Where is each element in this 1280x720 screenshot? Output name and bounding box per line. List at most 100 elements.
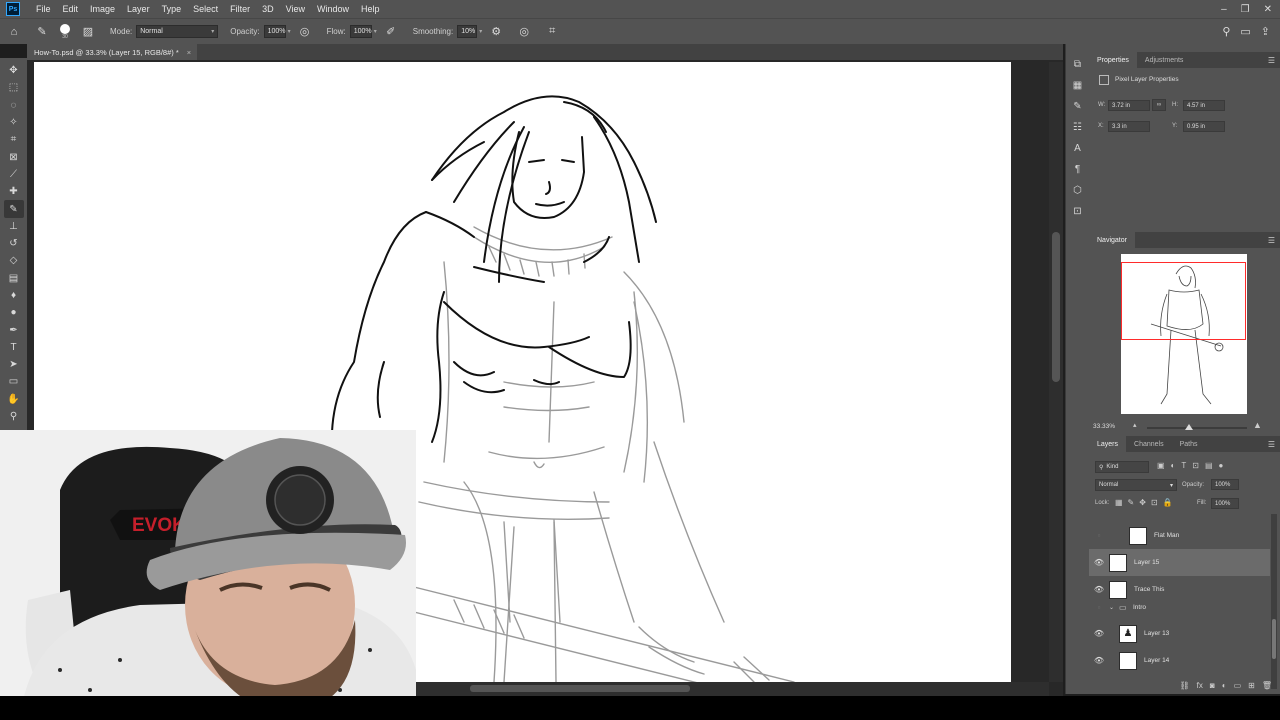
histogram-panel-icon[interactable]: ▦ — [1071, 79, 1085, 91]
link-layers-icon[interactable]: ⛓ — [1180, 681, 1190, 690]
zoom-in-icon[interactable]: ▲ — [1253, 420, 1262, 430]
menu-edit[interactable]: Edit — [57, 4, 85, 14]
clone-stamp-tool-icon[interactable]: ⊥ — [4, 218, 24, 235]
navigator-zoom-slider[interactable] — [1147, 427, 1247, 429]
healing-brush-tool-icon[interactable]: ✚ — [4, 183, 24, 200]
x-field[interactable]: 3.3 in — [1108, 121, 1150, 132]
eyedropper-tool-icon[interactable]: ⟋ — [4, 166, 24, 183]
blend-mode-select[interactable]: Normal ▾ — [1095, 479, 1177, 491]
zoom-tool-icon[interactable]: ⚲ — [4, 408, 24, 425]
gear-icon[interactable]: ⚙ — [488, 24, 504, 40]
y-field[interactable]: 0.95 in — [1183, 121, 1225, 132]
zoom-out-icon[interactable]: ▴ — [1133, 421, 1137, 429]
tab-navigator[interactable]: Navigator — [1089, 232, 1135, 248]
eye-icon[interactable]: 👁 — [1089, 558, 1109, 567]
link-dimensions-icon[interactable]: ∞ — [1152, 99, 1166, 111]
mode-select[interactable]: Normal ▾ — [136, 25, 219, 38]
layer-row-layer-13[interactable]: 👁 ♟ Layer 13 — [1089, 620, 1270, 647]
panel-menu-icon[interactable]: ☰ — [1268, 440, 1275, 449]
chevron-down-icon[interactable]: ▾ — [288, 28, 291, 35]
gradient-tool-icon[interactable]: ▤ — [4, 270, 24, 287]
layer-row-layer-14[interactable]: 👁 Layer 14 — [1089, 647, 1270, 674]
path-selection-tool-icon[interactable]: ➤ — [4, 356, 24, 373]
eye-icon[interactable]: 👁 — [1089, 656, 1109, 665]
new-group-icon[interactable]: ▭ — [1234, 681, 1242, 690]
eraser-tool-icon[interactable]: ◇ — [4, 252, 24, 269]
brush-settings-icon[interactable]: ▨ — [80, 24, 96, 40]
minimize-button[interactable]: – — [1221, 4, 1227, 15]
menu-window[interactable]: Window — [311, 4, 355, 14]
layer-filter-icons[interactable]: ▣◐T⊡▤● — [1157, 461, 1229, 470]
width-field[interactable]: 3.72 in — [1108, 100, 1150, 111]
add-mask-icon[interactable]: ◙ — [1210, 681, 1215, 690]
pressure-size-icon[interactable]: ◎ — [516, 24, 532, 40]
height-field[interactable]: 4.57 in — [1183, 100, 1225, 111]
visibility-toggle-icon[interactable]: ▫ — [1089, 603, 1109, 612]
libraries-panel-icon[interactable]: ⊡ — [1071, 205, 1085, 217]
layers-scrollbar[interactable] — [1271, 514, 1277, 689]
workspace-icon[interactable]: ▭ — [1240, 25, 1250, 38]
layer-filter-select[interactable]: ⚲ Kind — [1095, 461, 1149, 473]
navigator-zoom-slider-knob[interactable] — [1185, 424, 1193, 430]
layer-opacity-field[interactable]: 100% — [1211, 479, 1239, 490]
menu-layer[interactable]: Layer — [121, 4, 156, 14]
smoothing-field[interactable]: 10% — [457, 25, 478, 38]
frame-tool-icon[interactable]: ⊠ — [4, 148, 24, 165]
restore-button[interactable]: ❐ — [1241, 4, 1250, 15]
tab-channels[interactable]: Channels — [1126, 436, 1172, 452]
share-icon[interactable]: ⇪ — [1261, 25, 1270, 38]
move-tool-icon[interactable]: ✥ — [4, 62, 24, 79]
chevron-down-icon[interactable]: ⌄ — [1109, 604, 1119, 611]
blur-tool-icon[interactable]: ♦ — [4, 287, 24, 304]
lock-icons[interactable]: ▦✎✥⊡🔒 — [1115, 498, 1178, 507]
rectangle-tool-icon[interactable]: ▭ — [4, 373, 24, 390]
brushes-panel-icon[interactable]: ✎ — [1071, 100, 1085, 112]
menu-select[interactable]: Select — [187, 4, 224, 14]
menu-filter[interactable]: Filter — [224, 4, 256, 14]
paragraph-panel-icon[interactable]: ¶ — [1071, 163, 1085, 175]
fill-field[interactable]: 100% — [1211, 498, 1239, 509]
document-tab[interactable]: How-To.psd @ 33.3% (Layer 15, RGB/8#) * … — [27, 44, 197, 60]
close-tab-icon[interactable]: × — [187, 48, 191, 57]
3d-panel-icon[interactable]: ⬡ — [1071, 184, 1085, 196]
history-brush-tool-icon[interactable]: ↺ — [4, 235, 24, 252]
history-panel-icon[interactable]: ⧉ — [1071, 58, 1085, 70]
pen-tool-icon[interactable]: ✒ — [4, 321, 24, 338]
navigator-zoom-value[interactable]: 33.33% — [1093, 423, 1115, 430]
symmetry-icon[interactable]: ⌗ — [544, 24, 560, 40]
brush-size-picker[interactable]: 30 — [60, 23, 70, 40]
type-tool-icon[interactable]: T — [4, 339, 24, 356]
menu-file[interactable]: File — [30, 4, 57, 14]
delete-layer-icon[interactable]: 🗑 — [1262, 681, 1272, 690]
menu-image[interactable]: Image — [84, 4, 121, 14]
dodge-tool-icon[interactable]: ● — [4, 304, 24, 321]
lasso-tool-icon[interactable]: ◌ — [4, 97, 24, 114]
panel-menu-icon[interactable]: ☰ — [1268, 56, 1275, 65]
layers-scrollbar-thumb[interactable] — [1272, 619, 1276, 659]
horizontal-scrollbar-thumb[interactable] — [470, 685, 690, 692]
navigator-view-box[interactable] — [1121, 262, 1246, 340]
adjustment-layer-icon[interactable]: ◐ — [1222, 681, 1227, 690]
brush-settings-panel-icon[interactable]: ☷ — [1071, 121, 1085, 133]
layer-row-flat-man[interactable]: ▫ Flat Man — [1089, 522, 1270, 549]
hand-tool-icon[interactable]: ✋ — [4, 391, 24, 408]
brush-tool-preset-icon[interactable]: ✎ — [34, 24, 50, 40]
search-icon[interactable]: ⚲ — [1222, 25, 1230, 38]
tab-adjustments[interactable]: Adjustments — [1137, 52, 1192, 68]
eye-icon[interactable]: 👁 — [1089, 629, 1109, 638]
chevron-down-icon[interactable]: ▾ — [479, 28, 482, 35]
new-layer-icon[interactable]: ⊞ — [1248, 681, 1255, 690]
tab-paths[interactable]: Paths — [1172, 436, 1206, 452]
magic-wand-tool-icon[interactable]: ✧ — [4, 114, 24, 131]
tab-layers[interactable]: Layers — [1089, 436, 1127, 452]
panel-menu-icon[interactable]: ☰ — [1268, 236, 1275, 245]
airbrush-icon[interactable]: ✐ — [383, 24, 399, 40]
brush-tool-icon[interactable]: ✎ — [3, 200, 24, 218]
layer-row-layer-15[interactable]: 👁 Layer 15 — [1089, 549, 1270, 576]
layer-style-icon[interactable]: fx — [1197, 681, 1203, 690]
menu-help[interactable]: Help — [355, 4, 386, 14]
crop-tool-icon[interactable]: ⌗ — [4, 131, 24, 148]
pressure-opacity-icon[interactable]: ◎ — [297, 24, 313, 40]
opacity-field[interactable]: 100% — [263, 25, 286, 38]
eye-icon[interactable]: 👁 — [1089, 585, 1109, 594]
